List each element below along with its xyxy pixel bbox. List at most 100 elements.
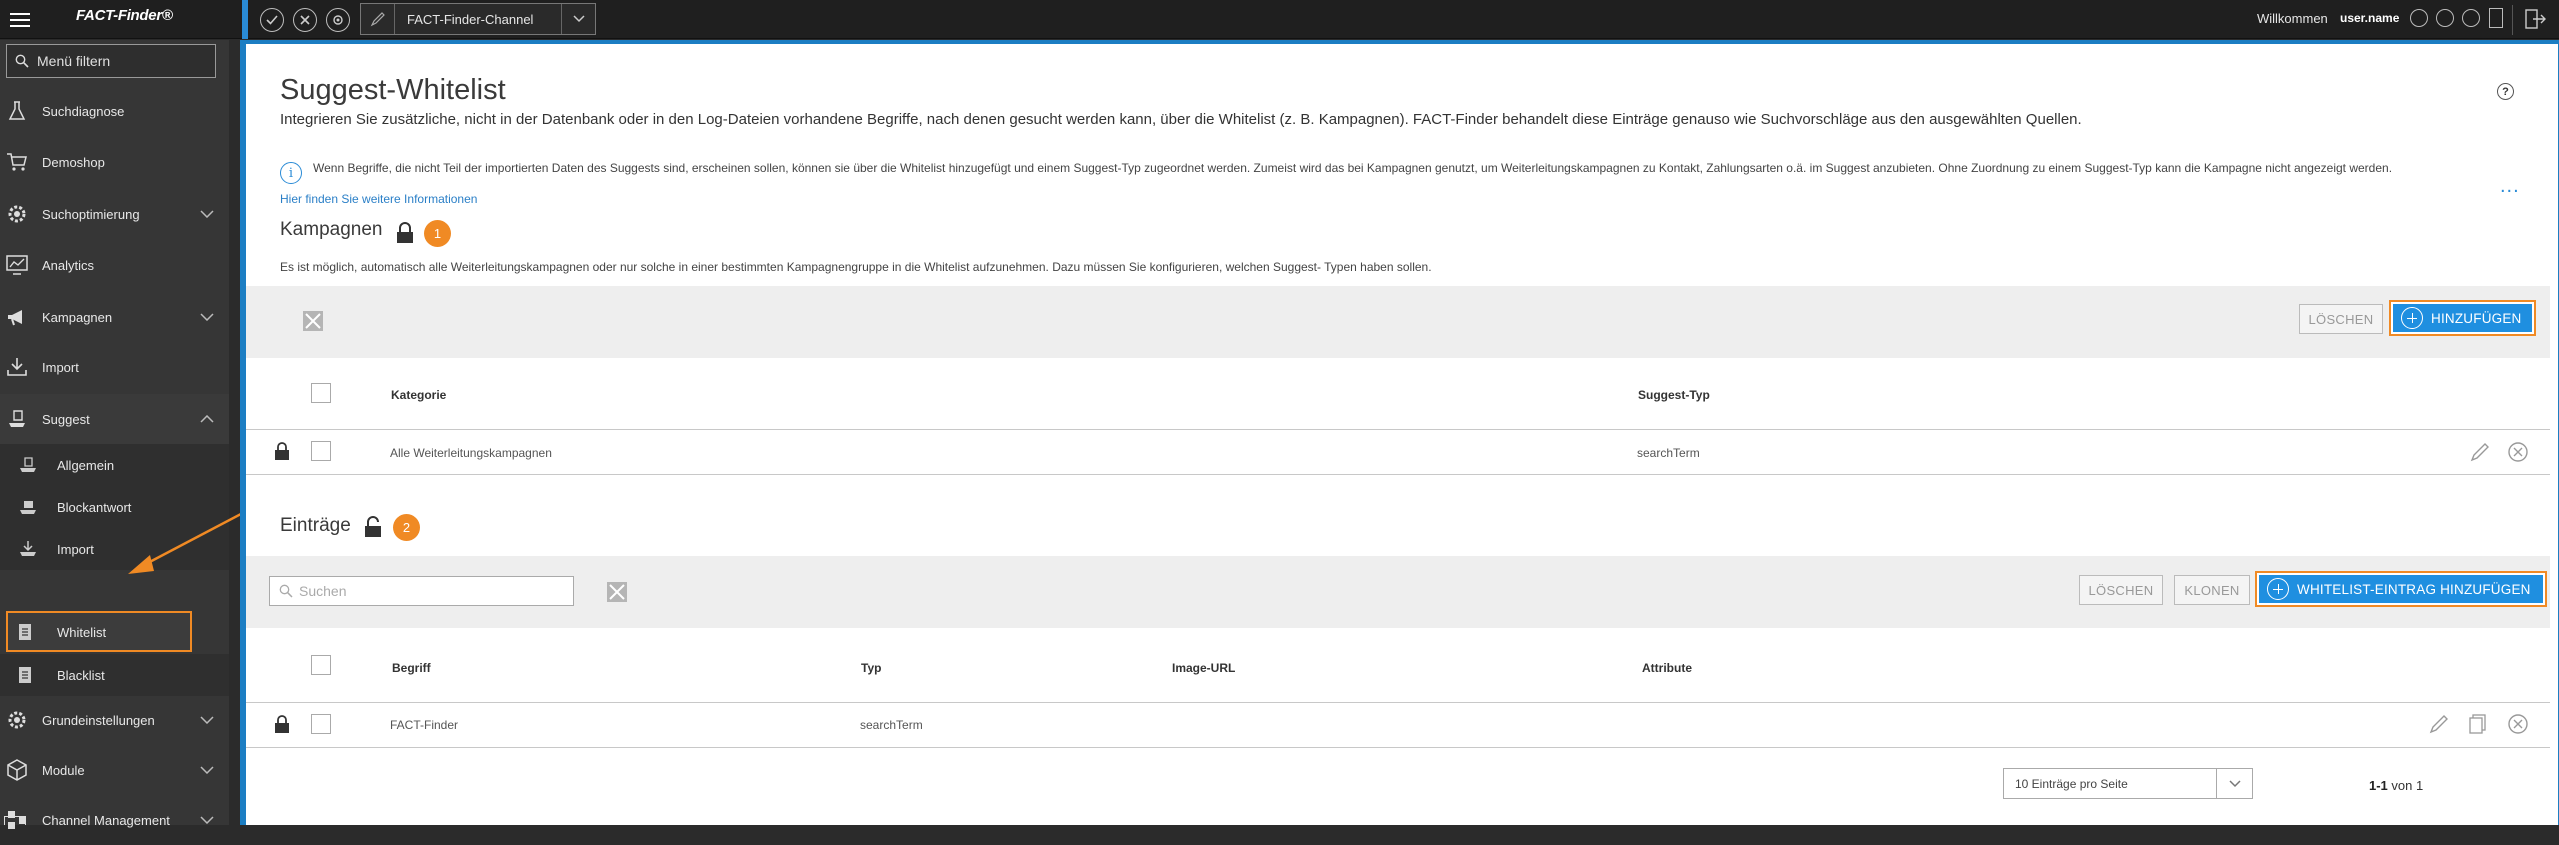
sidebar-subitem-blacklist[interactable]: Blacklist — [0, 654, 229, 696]
info-icon[interactable] — [2462, 9, 2480, 27]
kampagnen-delete-button[interactable]: LÖSCHEN — [2299, 304, 2383, 334]
document-icon[interactable] — [2489, 8, 2503, 28]
top-bar: FACT-Finder® FACT-Finder-Channel Willkom… — [0, 0, 2559, 39]
kampagnen-toolbar — [246, 286, 2550, 358]
cube-icon — [4, 757, 30, 783]
help-icon[interactable]: ? — [2497, 83, 2514, 100]
lock-icon[interactable] — [274, 714, 290, 733]
help-icon[interactable] — [2436, 9, 2454, 27]
sidebar-subitem-whitelist[interactable]: Whitelist — [0, 611, 229, 653]
eintraege-delete-button[interactable]: LÖSCHEN — [2079, 575, 2163, 605]
logout-icon[interactable] — [2525, 9, 2547, 29]
lock-icon[interactable] — [274, 441, 290, 460]
column-header-begriff[interactable]: Begriff — [392, 661, 431, 675]
clear-selection-icon[interactable] — [303, 311, 323, 331]
column-header-image-url[interactable]: Image-URL — [1172, 661, 1235, 675]
select-all-checkbox[interactable] — [311, 383, 331, 403]
step-badge-1: 1 — [424, 220, 451, 247]
chevron-down-icon — [561, 4, 595, 34]
select-all-checkbox[interactable] — [311, 655, 331, 675]
page-subtitle: Integrieren Sie zusätzliche, nicht in de… — [280, 111, 2082, 128]
channel-name: FACT-Finder-Channel — [407, 11, 534, 27]
blacklist-icon — [19, 667, 31, 683]
info-link[interactable]: Hier finden Sie weitere Informationen — [280, 192, 477, 206]
lock-icon[interactable] — [396, 222, 414, 244]
kampagnen-description: Es ist möglich, automatisch alle Weiterl… — [280, 260, 1432, 274]
block-answer-icon — [20, 501, 36, 514]
sidebar-item-suchoptimierung[interactable]: Suchoptimierung — [0, 189, 229, 239]
plus-circle-icon — [2267, 578, 2289, 600]
column-header-kategorie[interactable]: Kategorie — [391, 388, 446, 402]
user-icon[interactable] — [2410, 9, 2428, 27]
suggest-general-icon — [20, 457, 36, 472]
menu-filter-placeholder: Menü filtern — [37, 53, 111, 69]
settings-icon[interactable] — [326, 8, 350, 32]
chevron-down-icon — [2216, 769, 2252, 798]
kampagnen-title: Kampagnen — [280, 219, 383, 240]
page-size-select[interactable]: 10 Einträge pro Seite — [2003, 768, 2253, 799]
row-divider — [246, 429, 2550, 430]
import-icon — [20, 541, 36, 556]
chart-icon — [4, 252, 30, 278]
search-icon — [15, 54, 29, 68]
more-menu-icon — [4, 816, 26, 825]
cell-suggest-typ: searchTerm — [1637, 446, 1700, 460]
delete-circle-icon[interactable] — [2507, 713, 2529, 735]
sidebar-item-analytics[interactable]: Analytics — [0, 240, 229, 290]
clear-search-icon[interactable] — [607, 582, 627, 602]
logo-accent-bar — [242, 0, 248, 39]
page-title: Suggest-Whitelist — [280, 74, 506, 106]
eintraege-search-input[interactable]: Suchen — [269, 576, 574, 606]
sidebar-item-import[interactable]: Import — [0, 342, 229, 392]
confirm-icon[interactable] — [260, 8, 284, 32]
row-divider — [246, 702, 2550, 703]
sidebar-subitem-allgemein[interactable]: Allgemein — [0, 444, 229, 486]
copy-icon[interactable] — [2467, 713, 2489, 735]
sidebar-item-demoshop[interactable]: Demoshop — [0, 137, 229, 187]
kampagnen-add-button[interactable]: HINZUFÜGEN — [2393, 304, 2532, 332]
row-divider — [246, 747, 2550, 748]
channel-selector[interactable]: FACT-Finder-Channel — [360, 3, 596, 35]
whitelist-add-button[interactable]: WHITELIST-EINTRAG HINZUFÜGEN — [2259, 575, 2543, 603]
more-dots-icon[interactable]: ... — [2500, 175, 2520, 198]
row-checkbox[interactable] — [311, 441, 331, 461]
sidebar-item-kampagnen[interactable]: Kampagnen — [0, 292, 229, 342]
chevron-up-icon — [200, 415, 214, 423]
unlock-icon[interactable] — [364, 516, 382, 538]
hamburger-menu-icon[interactable] — [0, 0, 40, 39]
sidebar: Menü filtern Suchdiagnose Demoshop Sucho… — [0, 40, 229, 829]
menu-filter-input[interactable]: Menü filtern — [6, 44, 216, 78]
app-logo: FACT-Finder® — [76, 7, 173, 24]
search-icon — [279, 584, 293, 598]
download-icon — [4, 354, 30, 380]
sidebar-item-suggest[interactable]: Suggest — [0, 394, 229, 444]
cell-begriff: FACT-Finder — [390, 718, 459, 732]
gear-icon — [4, 201, 30, 227]
edit-pencil-icon[interactable] — [2469, 441, 2491, 463]
edit-pencil-icon[interactable] — [2428, 713, 2450, 735]
pencil-icon — [361, 4, 395, 34]
megaphone-icon — [4, 304, 30, 330]
welcome-text: Willkommen — [2257, 11, 2328, 26]
chevron-down-icon — [200, 716, 214, 724]
pagination-info: 1-1 von 1 — [2369, 778, 2424, 793]
sidebar-item-channel-management[interactable]: Channel Management — [0, 795, 229, 845]
sidebar-item-module[interactable]: Module — [0, 745, 229, 795]
row-checkbox[interactable] — [311, 714, 331, 734]
sidebar-item-suchdiagnose[interactable]: Suchdiagnose — [0, 86, 229, 136]
chevron-down-icon — [200, 313, 214, 321]
eintraege-clone-button[interactable]: KLONEN — [2174, 575, 2250, 605]
cancel-icon[interactable] — [293, 8, 317, 32]
column-header-attribute[interactable]: Attribute — [1642, 661, 1692, 675]
sidebar-item-grundeinstellungen[interactable]: Grundeinstellungen — [0, 695, 229, 745]
chevron-down-icon — [200, 210, 214, 218]
delete-circle-icon[interactable] — [2507, 441, 2529, 463]
chevron-down-icon — [200, 766, 214, 774]
column-header-suggest-typ[interactable]: Suggest-Typ — [1638, 388, 1710, 402]
settings-gear-icon — [4, 707, 30, 733]
step-badge-2: 2 — [393, 514, 420, 541]
cell-kategorie: Alle Weiterleitungskampagnen — [390, 446, 552, 460]
column-header-typ[interactable]: Typ — [861, 661, 881, 675]
divider — [2512, 5, 2513, 35]
chevron-down-icon — [200, 816, 214, 824]
